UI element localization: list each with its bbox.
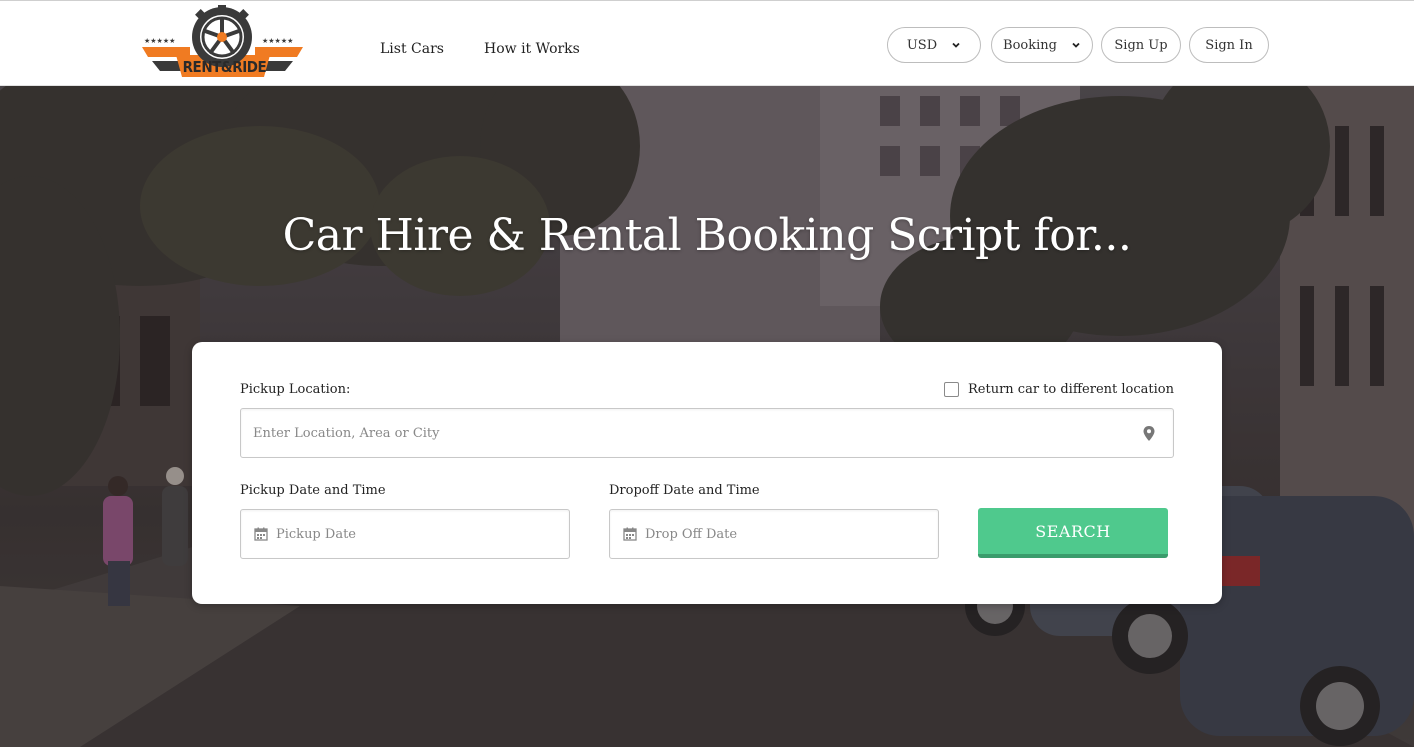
- sign-in-button[interactable]: Sign In: [1189, 27, 1269, 63]
- nav-list-cars[interactable]: List Cars: [380, 41, 444, 57]
- site-header: ★★★★★ ★★★★★ RENT&RIDE List Cars How it W…: [0, 0, 1414, 86]
- pickup-location-field[interactable]: [240, 408, 1174, 458]
- currency-dropdown[interactable]: USD: [887, 27, 981, 63]
- dropoff-date-time-label: Dropoff Date and Time: [609, 483, 760, 498]
- hero-title: Car Hire & Rental Booking Script for...: [282, 210, 1132, 261]
- dropoff-date-field[interactable]: [609, 509, 939, 559]
- pickup-date-field[interactable]: [240, 509, 570, 559]
- pickup-date-time-label: Pickup Date and Time: [240, 483, 386, 498]
- pickup-location-label: Pickup Location:: [240, 382, 351, 397]
- calendar-icon: [623, 527, 637, 541]
- pickup-date-input[interactable]: [241, 510, 569, 558]
- return-different-location-checkbox[interactable]: [943, 382, 959, 397]
- brand-name: RENT&RIDE: [182, 58, 267, 76]
- calendar-icon: [254, 527, 268, 541]
- currency-label: USD: [906, 37, 938, 53]
- dropoff-date-input[interactable]: [610, 510, 938, 558]
- chevron-down-icon: [1072, 42, 1080, 48]
- sign-up-button[interactable]: Sign Up: [1101, 27, 1181, 63]
- svg-text:★★★★★: ★★★★★: [262, 37, 293, 45]
- svg-text:★★★★★: ★★★★★: [144, 37, 175, 45]
- chevron-down-icon: [952, 42, 960, 48]
- return-different-location-label: Return car to different location: [967, 382, 1174, 397]
- nav-how-it-works[interactable]: How it Works: [484, 41, 580, 57]
- hero-section: Car Hire & Rental Booking Script for... …: [0, 86, 1414, 747]
- return-different-location-option[interactable]: Return car to different location: [943, 382, 1174, 397]
- booking-dropdown[interactable]: Booking: [991, 27, 1093, 63]
- search-button[interactable]: SEARCH: [978, 508, 1168, 558]
- search-panel: Pickup Location: Return car to different…: [192, 342, 1222, 604]
- map-pin-icon: [1143, 426, 1155, 441]
- booking-label: Booking: [1003, 37, 1057, 53]
- brand-logo[interactable]: ★★★★★ ★★★★★ RENT&RIDE: [140, 5, 305, 81]
- pickup-location-input[interactable]: [241, 409, 1173, 457]
